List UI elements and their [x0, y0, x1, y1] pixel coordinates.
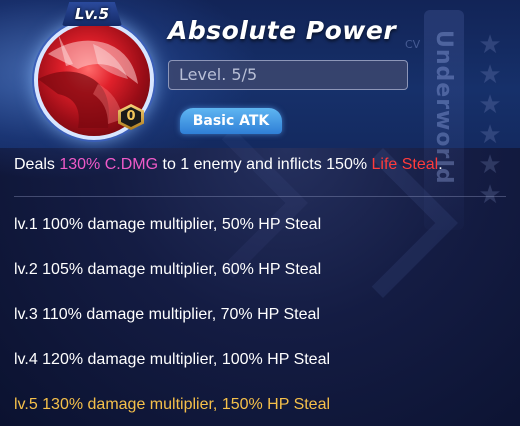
star-icon: ★: [478, 60, 502, 90]
skill-level-box: Level. 5/5: [168, 60, 408, 90]
skill-detail-panel: Underworld CV ★ ★ ★ ★ ★ ★ Lv.5 0 Absolut…: [0, 0, 520, 426]
portrait-level-text: Lv.5: [74, 5, 110, 23]
life-steal-highlight: Life Steal: [371, 156, 439, 173]
skill-type-text: Basic ATK: [192, 113, 270, 129]
description-part: .: [438, 156, 443, 173]
divider: [14, 196, 506, 197]
skill-level-text: Level. 5/5: [179, 65, 258, 84]
level-row: lv.2 105% damage multiplier, 60% HP Stea…: [14, 261, 322, 278]
description-area: Deals 130% C.DMG to 1 enemy and inflicts…: [0, 148, 520, 192]
description-part: Deals: [14, 156, 60, 173]
level-row: lv.1 100% damage multiplier, 50% HP Stea…: [14, 216, 322, 233]
description-part: to 1 enemy and inflicts 150%: [158, 156, 372, 173]
level-row: lv.3 110% damage multiplier, 70% HP Stea…: [14, 306, 320, 323]
skill-description: Deals 130% C.DMG to 1 enemy and inflicts…: [14, 152, 514, 178]
level-row: lv.4 120% damage multiplier, 100% HP Ste…: [14, 351, 331, 368]
star-icon: ★: [478, 120, 502, 150]
skill-title: Absolute Power: [168, 16, 397, 45]
crit-damage-highlight: 130% C.DMG: [59, 156, 159, 173]
portrait-level-badge: Lv.5: [62, 2, 122, 26]
skill-type-tag: Basic ATK: [180, 108, 282, 134]
level-row-current: lv.5 130% damage multiplier, 150% HP Ste…: [14, 396, 331, 413]
star-icon: ★: [478, 90, 502, 120]
star-icon: ★: [478, 30, 502, 60]
cv-label: CV: [405, 38, 421, 51]
